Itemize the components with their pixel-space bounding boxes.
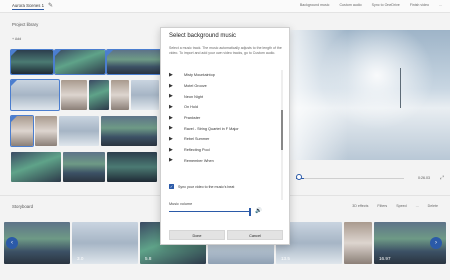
music-track-item[interactable]: ▶ Reflecting Pool — [169, 145, 281, 156]
play-icon[interactable]: ▶ — [169, 116, 179, 121]
dialog-description: Select a music track. The music automati… — [169, 46, 282, 55]
track-name: Prankster — [184, 116, 201, 121]
play-icon[interactable]: ▶ — [169, 94, 179, 99]
frost-overlay — [288, 30, 348, 160]
library-thumbnail[interactable] — [131, 80, 159, 110]
play-icon[interactable]: ▶ — [169, 73, 179, 78]
more-button[interactable]: ... — [439, 3, 442, 7]
more-tools-button[interactable]: ... — [416, 204, 419, 208]
library-thumbnail[interactable] — [35, 116, 57, 146]
music-track-item[interactable]: ▶ Ravel - String Quartet in F Major — [169, 123, 281, 134]
music-track-item[interactable]: ▶ Motel Groove — [169, 81, 281, 92]
library-thumbnail[interactable] — [101, 116, 157, 146]
add-media-button[interactable]: + Add — [12, 37, 21, 41]
scroll-right-button[interactable]: › — [430, 237, 442, 249]
storyboard-title: Storyboard — [12, 204, 34, 209]
track-name: Rebel Summer — [184, 137, 210, 142]
track-name: Remember When — [184, 158, 214, 163]
music-track-item[interactable]: ▶ On Hold — [169, 102, 281, 113]
library-thumbnail[interactable] — [63, 152, 105, 182]
library-thumbnail[interactable] — [10, 115, 34, 147]
fullscreen-icon[interactable]: ⤢ — [440, 175, 444, 181]
track-name: Neon Night — [184, 94, 203, 99]
play-icon[interactable]: ▶ — [169, 158, 179, 163]
card-duration: 13.5 — [281, 256, 290, 261]
scroll-left-button[interactable]: ‹ — [6, 237, 18, 249]
finish-video-button[interactable]: Finish video — [410, 3, 429, 7]
video-preview[interactable] — [288, 30, 450, 160]
library-thumbnail[interactable] — [59, 116, 99, 146]
library-thumbnail[interactable] — [54, 49, 106, 75]
top-bar: Aurora Scenes 1 ✎ Background music Custo… — [0, 0, 450, 13]
pencil-icon[interactable]: ✎ — [48, 2, 53, 9]
library-thumbnail[interactable] — [107, 152, 157, 182]
3d-effects-button[interactable]: 3D effects — [352, 204, 368, 208]
play-icon[interactable]: ▶ — [169, 126, 179, 131]
background-music-button[interactable]: Background music — [300, 3, 330, 7]
play-icon[interactable]: ▶ — [169, 84, 179, 89]
playback-scrubber[interactable]: 0:26.03 ⤢ — [288, 174, 450, 184]
delete-button[interactable]: Delete — [428, 204, 438, 208]
music-track-item[interactable]: ▶ Remember When — [169, 156, 281, 167]
library-title: Project library — [12, 22, 39, 27]
library-thumbnail[interactable] — [89, 80, 109, 110]
preview-mast — [400, 68, 401, 108]
scrollbar-thumb[interactable] — [281, 110, 283, 150]
card-duration: 3.0 — [77, 256, 84, 261]
storyboard-card[interactable] — [344, 222, 372, 264]
sync-checkbox[interactable]: ✓ — [169, 184, 174, 189]
play-icon[interactable]: ▶ — [169, 148, 179, 153]
music-track-item[interactable]: ▶ Misty Mountaintop — [169, 70, 281, 81]
dialog-title: Select background music — [169, 33, 237, 39]
storyboard-card[interactable]: 3.0 — [72, 222, 138, 264]
storyboard-tools: 3D effects Filters Speed ... Delete — [352, 204, 438, 208]
play-icon[interactable]: ▶ — [169, 137, 179, 142]
library-thumbnail[interactable] — [111, 80, 129, 110]
volume-slider-knob[interactable] — [249, 208, 251, 216]
sync-onedrive-button[interactable]: Sync to OneDrive — [372, 3, 400, 7]
toolbar-actions: Background music Custom audio Sync to On… — [300, 3, 442, 7]
track-name: Ravel - String Quartet in F Major — [184, 126, 239, 131]
library-thumbnail[interactable] — [10, 49, 54, 75]
music-track-list: ▶ Misty Mountaintop ▶ Motel Groove ▶ Neo… — [169, 70, 281, 166]
cancel-button[interactable]: Cancel — [227, 230, 283, 240]
library-thumbnail[interactable] — [11, 152, 61, 182]
library-thumbnail[interactable] — [61, 80, 87, 110]
track-name: On Hold — [184, 105, 198, 110]
done-button[interactable]: Done — [169, 230, 225, 240]
play-icon[interactable]: ▶ — [169, 105, 179, 110]
track-name: Motel Groove — [184, 84, 207, 89]
library-thumbnail[interactable] — [106, 49, 162, 75]
library-thumbnail[interactable] — [10, 79, 60, 111]
sync-label: Sync your video to the music's beat — [178, 184, 235, 189]
scrub-track — [296, 178, 404, 180]
speaker-icon: 🔊 — [255, 208, 262, 214]
background-music-dialog: Select background music Select a music t… — [160, 27, 290, 245]
sync-beat-option[interactable]: ✓ Sync your video to the music's beat — [169, 184, 234, 189]
music-volume-slider[interactable] — [169, 211, 251, 213]
track-name: Misty Mountaintop — [184, 73, 215, 78]
scrub-knob[interactable] — [296, 174, 302, 180]
music-track-item[interactable]: ▶ Rebel Summer — [169, 134, 281, 145]
music-track-item[interactable]: ▶ Neon Night — [169, 91, 281, 102]
filters-button[interactable]: Filters — [377, 204, 387, 208]
track-list-scrollbar[interactable] — [281, 70, 283, 200]
playback-time: 0:26.03 — [418, 176, 430, 180]
speed-button[interactable]: Speed — [396, 204, 406, 208]
project-title[interactable]: Aurora Scenes 1 — [12, 3, 45, 10]
custom-audio-button[interactable]: Custom audio — [339, 3, 361, 7]
card-duration: 16.97 — [379, 256, 391, 261]
music-track-item[interactable]: ▶ Prankster — [169, 113, 281, 124]
music-volume-label: Music volume — [169, 202, 193, 206]
track-name: Reflecting Pool — [184, 148, 210, 153]
card-duration: 5.8 — [145, 256, 152, 261]
